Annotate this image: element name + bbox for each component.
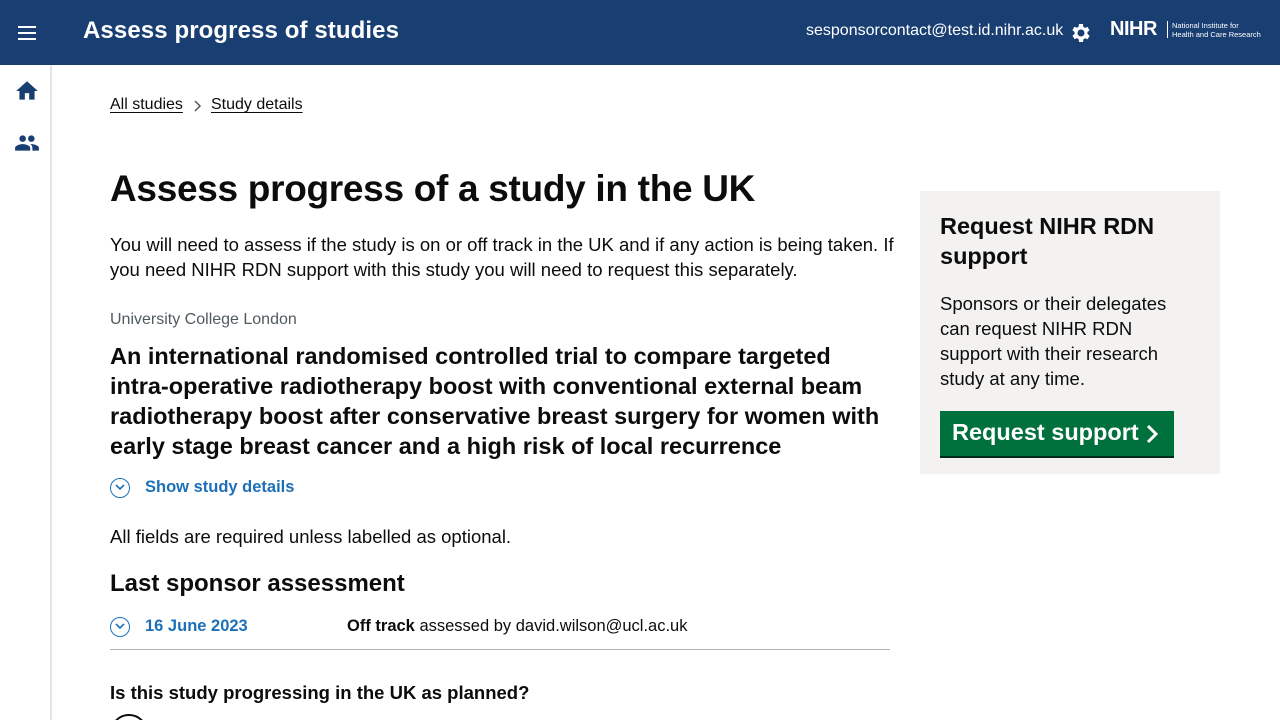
progress-question-legend: Is this study progressing in the UK as p… <box>110 682 530 703</box>
page-title: Assess progress of a study in the UK <box>110 168 756 209</box>
study-title: An international randomised controlled t… <box>110 343 880 459</box>
logo-subtitle: National Institute for Health and Care R… <box>1172 21 1261 39</box>
request-support-label: Request support <box>952 419 1139 445</box>
logo-mark: NIHR <box>1110 18 1157 40</box>
intro-text: You will need to assess if the study is … <box>110 234 894 280</box>
assessment-status: Off track <box>347 617 415 635</box>
request-support-button[interactable]: Request support <box>940 411 1174 456</box>
top-header: Assess progress of studies sesponsorcont… <box>0 0 1280 65</box>
chevron-down-circle-icon <box>110 478 130 498</box>
breadcrumb-all-studies[interactable]: All studies <box>110 96 183 114</box>
home-icon[interactable] <box>14 78 40 104</box>
progress-radio-option[interactable] <box>110 714 148 720</box>
last-assessment-heading: Last sponsor assessment <box>110 570 405 597</box>
show-study-details-link[interactable]: Show study details <box>145 478 294 497</box>
nihr-logo: NIHR National Institute for Health and C… <box>1110 18 1268 42</box>
request-support-title: Request NIHR RDN support <box>940 213 1155 269</box>
menu-icon[interactable] <box>14 20 40 46</box>
section-divider <box>110 649 890 650</box>
request-support-body: Sponsors or their delegates can request … <box>940 293 1167 389</box>
required-fields-note: All fields are required unless labelled … <box>110 526 512 547</box>
organisation-name: University College London <box>110 311 297 328</box>
chevron-right-icon <box>1146 424 1159 444</box>
breadcrumb-study-details[interactable]: Study details <box>211 96 303 114</box>
chevron-right-icon <box>194 100 202 112</box>
side-nav <box>0 65 52 720</box>
last-assessment-date[interactable]: 16 June 2023 <box>145 617 248 636</box>
chevron-down-circle-icon <box>110 617 130 637</box>
gear-icon[interactable] <box>1069 21 1093 45</box>
request-support-panel: Request NIHR RDN support Sponsors or the… <box>920 191 1220 474</box>
assessment-assessor: assessed by david.wilson@ucl.ac.uk <box>414 617 688 635</box>
app-title: Assess progress of studies <box>83 17 400 44</box>
last-assessment-summary: Off track assessed by david.wilson@ucl.a… <box>347 617 688 636</box>
user-email: sesponsorcontact@test.id.nihr.ac.uk <box>806 22 1064 39</box>
people-icon[interactable] <box>14 130 40 156</box>
